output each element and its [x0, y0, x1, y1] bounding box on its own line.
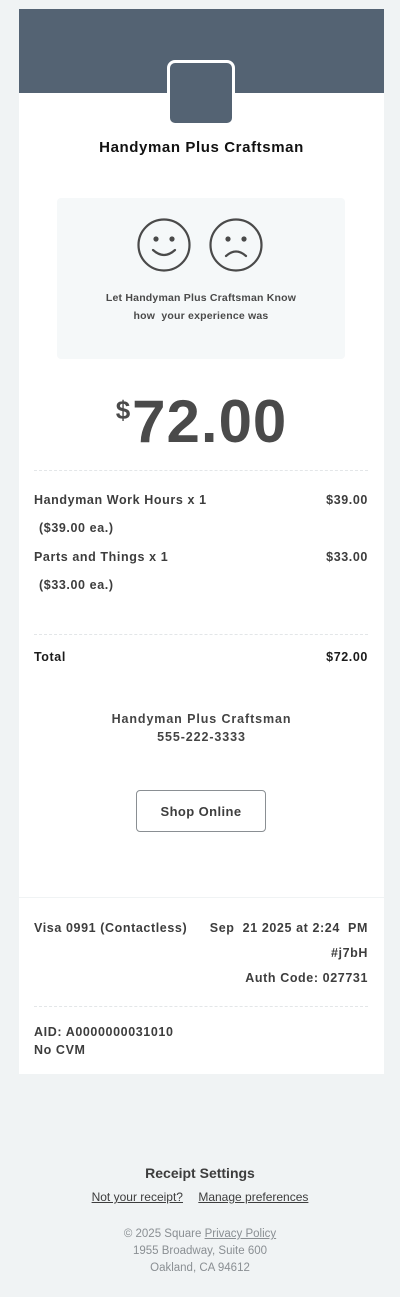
merchant-logo	[167, 60, 235, 126]
divider	[34, 470, 368, 471]
item-unit-price: ($39.00 ea.)	[39, 521, 114, 535]
privacy-policy-link[interactable]: Privacy Policy	[205, 1228, 277, 1240]
copyright-line: © 2025 Square Privacy Policy	[0, 1228, 400, 1240]
total-row: Total $72.00	[34, 650, 368, 664]
card-info: Visa 0991 (Contactless)	[34, 921, 188, 935]
not-your-receipt-link[interactable]: Not your receipt?	[92, 1190, 183, 1204]
section-separator	[19, 897, 384, 898]
item-name: Parts and Things x 1	[34, 550, 169, 564]
manage-preferences-link[interactable]: Manage preferences	[198, 1190, 308, 1204]
aid: AID: A0000000031010	[34, 1025, 174, 1039]
copyright: © 2025 Square	[123, 1228, 202, 1240]
receipt-card: Handyman Plus Craftsman Let Handyman Plu…	[19, 9, 384, 1074]
feedback-panel: Let Handyman Plus Craftsman Know how you…	[57, 198, 345, 359]
feedback-prompt: Let Handyman Plus Craftsman Know how you…	[57, 289, 345, 325]
feedback-line-2: how your experience was	[133, 310, 269, 322]
item-unit-price: ($33.00 ea.)	[39, 578, 114, 592]
smiley-face-icon[interactable]	[137, 218, 191, 272]
feedback-line-1: Let Handyman Plus Craftsman Know	[105, 292, 297, 304]
total-amount: $72.00	[19, 387, 384, 456]
merchant-contact-name: Handyman Plus Craftsman	[111, 712, 292, 726]
merchant-name: Handyman Plus Craftsman	[99, 139, 304, 156]
line-item: Parts and Things x 1 $33.00	[34, 550, 368, 564]
line-item: Handyman Work Hours x 1 $39.00	[34, 493, 368, 507]
merchant-phone[interactable]: 555-222-3333	[19, 730, 384, 744]
total-label: Total	[34, 650, 66, 664]
divider	[34, 634, 368, 635]
payment-date: Sep 21 2025 at 2:24 PM	[209, 921, 368, 935]
footer-links: Not your receipt? Manage preferences	[0, 1190, 400, 1204]
transaction-ref: #j7bH	[330, 946, 368, 960]
item-price: $33.00	[326, 550, 368, 564]
address-line-1: 1955 Broadway, Suite 600	[132, 1245, 268, 1257]
cvm: No CVM	[34, 1043, 86, 1057]
divider	[34, 1006, 368, 1007]
item-price: $39.00	[326, 493, 368, 507]
receipt-settings-title: Receipt Settings	[145, 1165, 255, 1181]
currency-symbol: $	[115, 395, 131, 425]
shop-online-button[interactable]: Shop Online	[136, 790, 266, 832]
amount-value: 72.00	[132, 388, 288, 455]
total-value: $72.00	[326, 650, 368, 664]
auth-code: Auth Code: 027731	[245, 971, 368, 985]
item-name: Handyman Work Hours x 1	[34, 493, 207, 507]
address-line-2: Oakland, CA 94612	[150, 1262, 250, 1274]
frown-face-icon[interactable]	[209, 218, 263, 272]
